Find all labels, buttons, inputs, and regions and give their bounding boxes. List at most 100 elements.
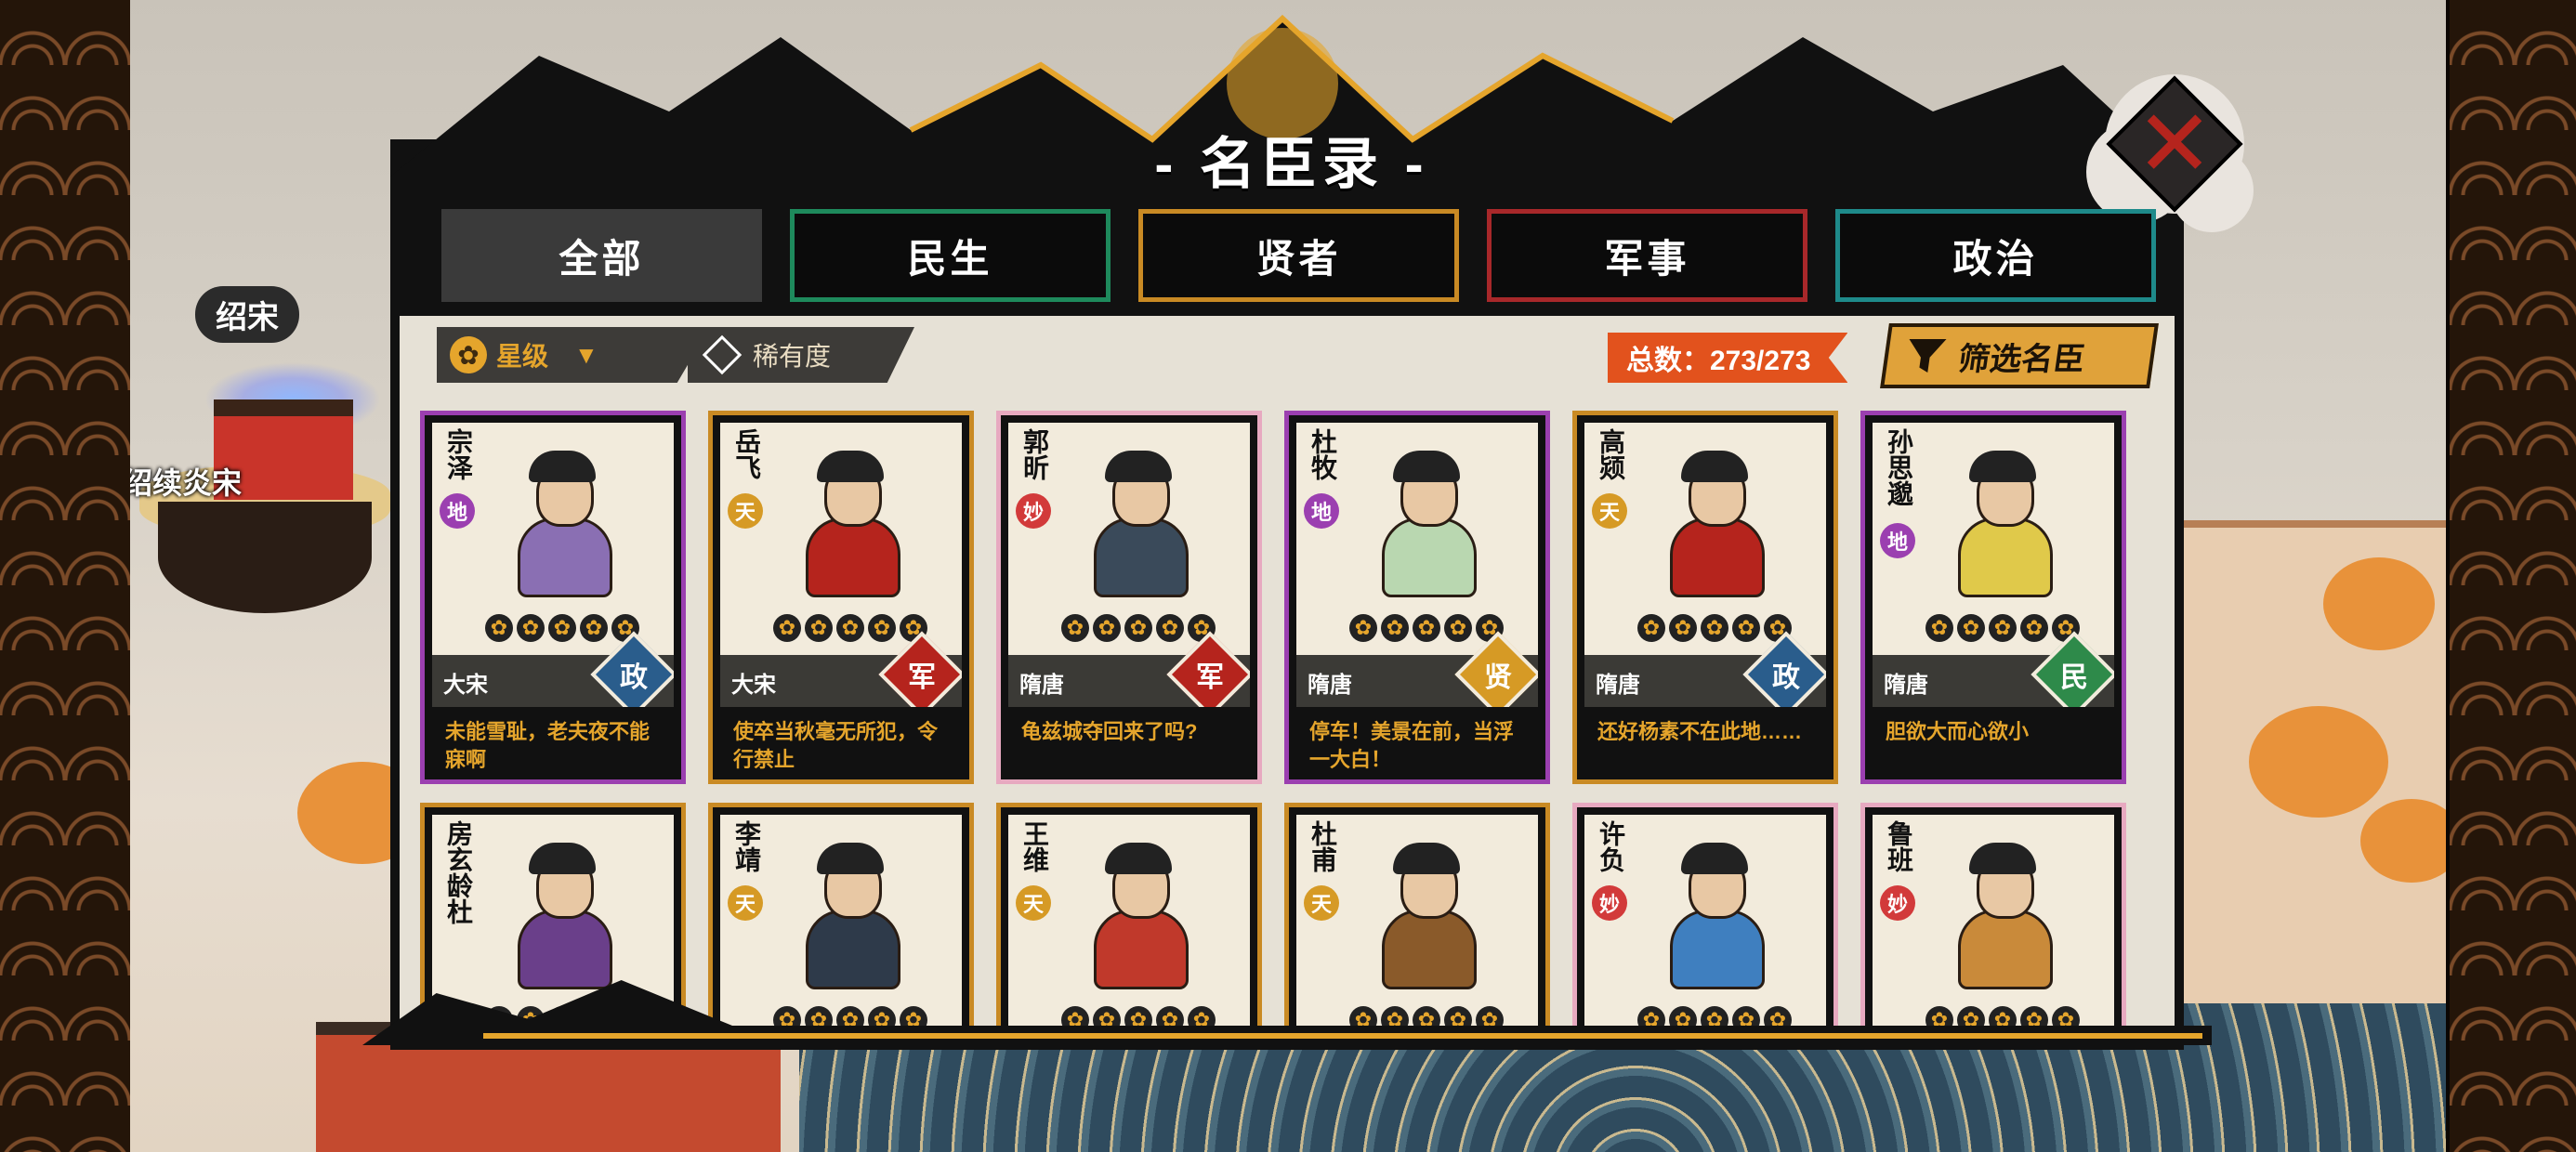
star-icon: ✿ (1669, 614, 1697, 642)
chevron-down-icon: ▼ (574, 340, 598, 369)
star-icon: ✿ (485, 614, 513, 642)
minister-card[interactable]: 孙思邈地 ✿ ✿ ✿ ✿ ✿ 隋唐民胆欲大而心欲小 (1860, 411, 2126, 784)
filter-ministers-button[interactable]: 筛选名臣 (1880, 323, 2159, 388)
minister-name: 王维 (1020, 820, 1049, 872)
rarity-badge: 天 (1592, 493, 1627, 529)
dynasty-label: 隋唐 (1884, 673, 1928, 698)
dialog-title: - 名臣录 - (1154, 133, 1429, 195)
diamond-icon (702, 334, 743, 375)
star-icon: ✿ (805, 614, 833, 642)
minister-card[interactable]: 高颎天 ✿ ✿ ✿ ✿ ✿ 隋唐政还好杨素不在此地…… (1572, 411, 1838, 784)
tab-3[interactable]: 军事 (1487, 209, 1807, 302)
star-icon: ✿ (1349, 614, 1377, 642)
star-icon: ✿ (836, 614, 864, 642)
card-list-area: ✿ 星级 ▼ 稀有度 总数：273/273 筛选名臣 宗泽地 ✿ ✿ ✿ ✿ ✿ 大宋政未… (400, 316, 2175, 1031)
star-icon: ✿ (1732, 614, 1760, 642)
bottom-gold-line (483, 1033, 2202, 1039)
category-tabs: 全部 民生 贤者 军事 政治 (441, 209, 2156, 307)
minister-card[interactable]: 杜甫天 ✿ ✿ ✿ ✿ ✿ (1284, 803, 1550, 1031)
minister-card[interactable]: 宗泽地 ✿ ✿ ✿ ✿ ✿ 大宋政未能雪耻，老夫夜不能寐啊 (420, 411, 686, 784)
minister-portrait (1938, 843, 2068, 989)
star-icon: ✿ (1444, 614, 1472, 642)
minister-card[interactable]: 李靖天 ✿ ✿ ✿ ✿ ✿ (708, 803, 974, 1031)
minister-name: 岳飞 (732, 428, 761, 480)
star-icon: ✿ (517, 614, 545, 642)
star-icon: ✿ (1093, 614, 1121, 642)
star-icon: ✿ (548, 614, 576, 642)
rarity-filter[interactable]: 稀有度 (688, 327, 914, 383)
map-place-name: 绍续炎宋 (130, 466, 243, 500)
minister-portrait (785, 843, 915, 989)
rarity-badge: 妙 (1016, 493, 1051, 529)
minister-name: 杜甫 (1308, 820, 1337, 872)
minister-quote: 未能雪耻，老夫夜不能寐啊 (445, 720, 651, 771)
minister-name: 房玄龄杜 (444, 820, 473, 924)
minister-name: 郭昕 (1020, 428, 1049, 480)
star-icon: ✿ (1413, 614, 1440, 642)
minister-portrait (1073, 451, 1203, 597)
dynasty-label: 隋唐 (1308, 673, 1352, 698)
star-icon: ✿ (580, 614, 608, 642)
rarity-badge: 妙 (1592, 885, 1627, 921)
dynasty-label: 大宋 (443, 673, 488, 698)
tab-2[interactable]: 贤者 (1138, 209, 1459, 302)
dynasty-label: 隋唐 (1596, 673, 1640, 698)
filter-button-label: 筛选名臣 (1955, 341, 2088, 377)
rarity-badge: 地 (1304, 493, 1339, 529)
star-icon: ✿ (1989, 614, 2017, 642)
minister-quote: 胆欲大而心欲小 (1886, 720, 2030, 743)
rarity-badge: 天 (728, 885, 763, 921)
star-icon: ✿ (868, 614, 896, 642)
sort-star-dropdown[interactable]: ✿ 星级 ▼ (437, 327, 710, 383)
star-icon: ✿ (1381, 614, 1409, 642)
tab-1[interactable]: 民生 (790, 209, 1111, 302)
star-icon: ✿ (1124, 614, 1152, 642)
dynasty-label: 大宋 (731, 673, 776, 698)
minister-name: 宗泽 (444, 428, 473, 480)
minister-name: 高颎 (1597, 428, 1625, 480)
star-icon: ✿ (2020, 614, 2048, 642)
minister-name: 李靖 (732, 820, 761, 872)
rarity-badge: 地 (440, 493, 475, 529)
minister-portrait (497, 843, 627, 989)
star-icon: ✿ (1156, 614, 1184, 642)
map-region-tag[interactable]: 绍宋 (195, 286, 299, 343)
minister-quote: 还好杨素不在此地…… (1597, 720, 1803, 743)
minister-card[interactable]: 王维天 ✿ ✿ ✿ ✿ ✿ (996, 803, 1262, 1031)
rarity-badge: 妙 (1880, 885, 1915, 921)
close-icon: ✕ (2136, 92, 2214, 196)
sort-label: 星级 (496, 342, 549, 371)
minister-quote: 龟兹城夺回来了吗? (1021, 720, 1198, 743)
minister-name: 许负 (1597, 820, 1625, 872)
right-ornate-border (2446, 0, 2576, 1152)
minister-portrait (1361, 451, 1492, 597)
minister-name: 杜牧 (1308, 428, 1337, 480)
tab-4[interactable]: 政治 (1835, 209, 2156, 302)
minister-portrait (1938, 451, 2068, 597)
rarity-badge: 天 (728, 493, 763, 529)
flower-icon: ✿ (450, 336, 487, 373)
minister-portrait (785, 451, 915, 597)
minister-card[interactable]: 许负妙 ✿ ✿ ✿ ✿ ✿ (1572, 803, 1838, 1031)
minister-card-grid: 宗泽地 ✿ ✿ ✿ ✿ ✿ 大宋政未能雪耻，老夫夜不能寐啊 岳飞天 ✿ ✿ ✿ ✿ ✿ 大宋军使卒当秋… (420, 411, 2167, 1031)
minister-portrait (1361, 843, 1492, 989)
minister-quote: 使卒当秋毫无所犯，令行禁止 (733, 720, 939, 771)
minister-quote: 停车！美景在前，当浮一大白！ (1309, 720, 1515, 771)
total-count: 总数：273/273 (1608, 333, 1848, 383)
minister-card[interactable]: 郭昕妙 ✿ ✿ ✿ ✿ ✿ 隋唐军龟兹城夺回来了吗? (996, 411, 1262, 784)
star-icon: ✿ (1637, 614, 1665, 642)
dynasty-label: 隋唐 (1019, 673, 1064, 698)
minister-card[interactable]: 鲁班妙 ✿ ✿ ✿ ✿ ✿ (1860, 803, 2126, 1031)
rarity-label: 稀有度 (753, 342, 832, 371)
minister-card[interactable]: 岳飞天 ✿ ✿ ✿ ✿ ✿ 大宋军使卒当秋毫无所犯，令行禁止 (708, 411, 974, 784)
minister-portrait (1073, 843, 1203, 989)
star-icon: ✿ (1925, 614, 1953, 642)
star-icon: ✿ (1701, 614, 1728, 642)
star-icon: ✿ (1061, 614, 1089, 642)
minister-portrait (497, 451, 627, 597)
close-button[interactable]: ✕ (2105, 74, 2244, 214)
tab-0[interactable]: 全部 (441, 209, 762, 302)
minister-name: 孙思邈 (1885, 428, 1913, 506)
minister-card[interactable]: 杜牧地 ✿ ✿ ✿ ✿ ✿ 隋唐贤停车！美景在前，当浮一大白！ (1284, 411, 1550, 784)
funnel-icon (1904, 339, 1946, 373)
